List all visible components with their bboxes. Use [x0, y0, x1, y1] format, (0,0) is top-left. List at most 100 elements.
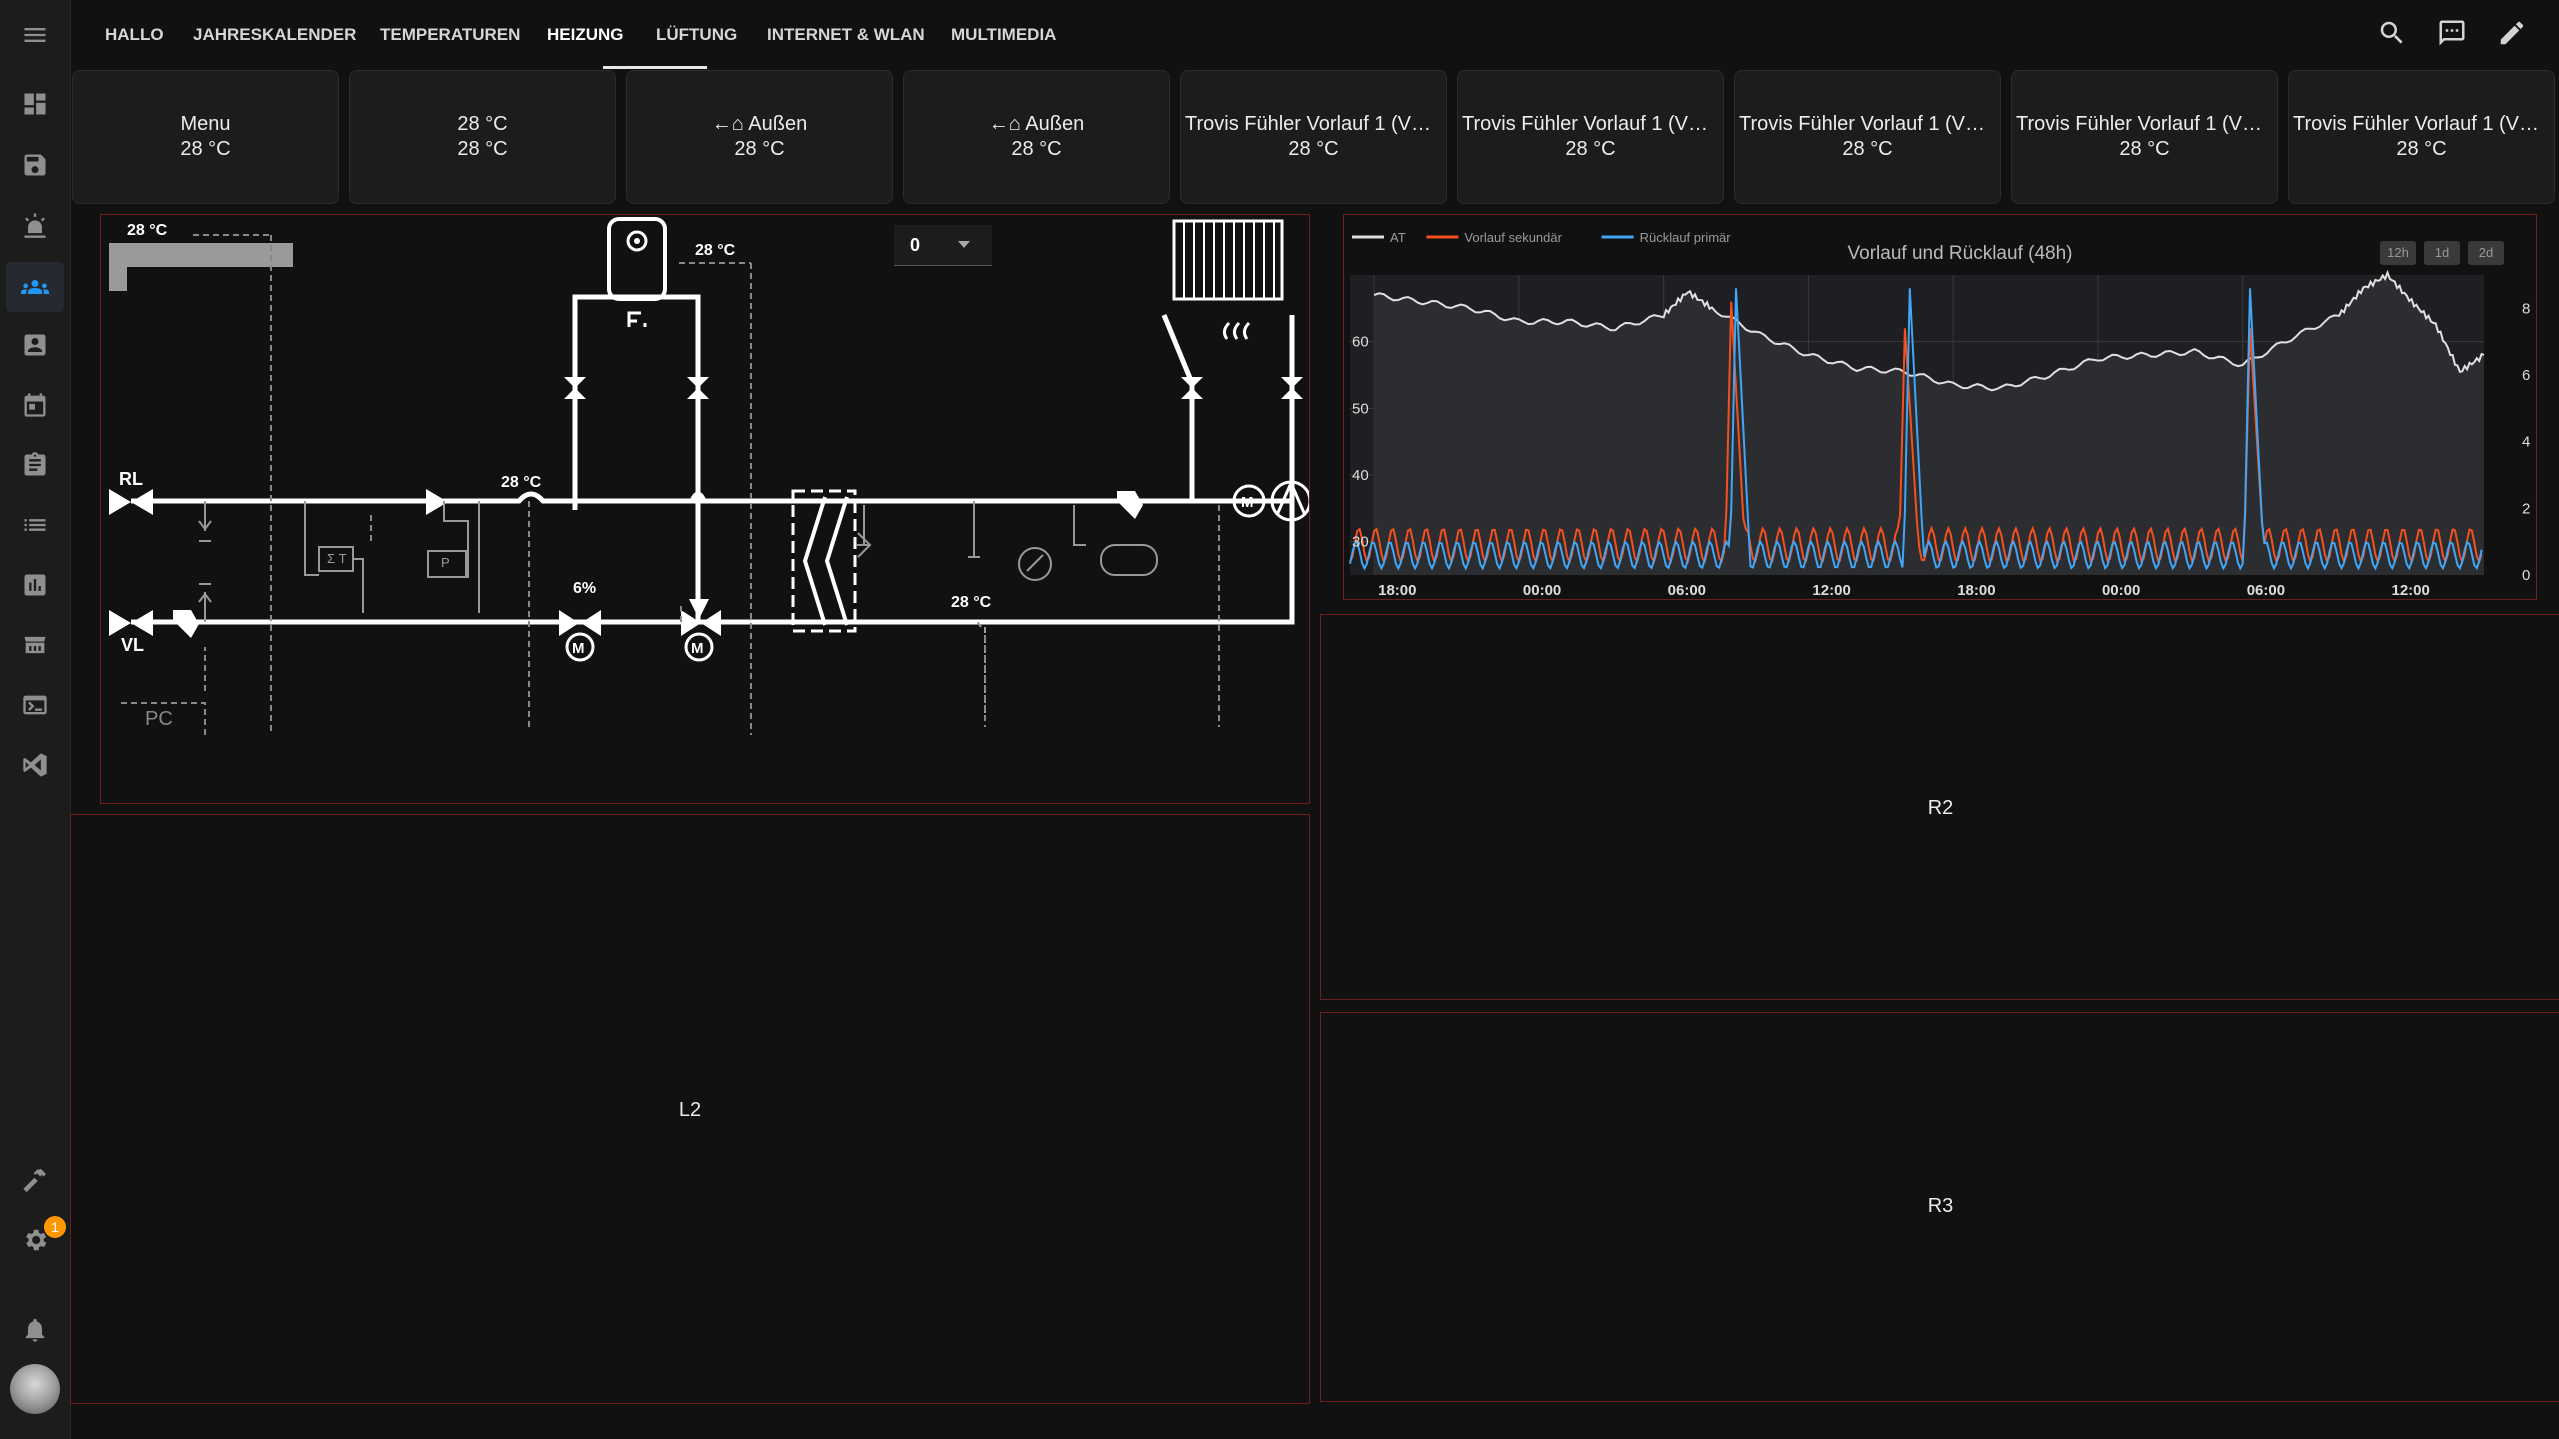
card-trovis-sensor[interactable]: Trovis Fühler Vorlauf 1 (VF… 28 °C	[1734, 70, 2001, 204]
legend-label: Vorlauf sekundär	[1464, 230, 1562, 245]
card-temperature[interactable]: 28 °C 28 °C	[349, 70, 616, 204]
card-title: Trovis Fühler Vorlauf 1 (VF…	[1462, 113, 1719, 135]
notification-badge: 1	[44, 1216, 66, 1238]
x-tick-label: 00:00	[2102, 582, 2140, 599]
card-value: 28 °C	[2396, 138, 2447, 160]
panel-r3: R3	[1320, 1012, 2559, 1402]
card-trovis-sensor[interactable]: Trovis Fühler Vorlauf 1 (VF… 28 °C	[1457, 70, 1724, 204]
valve-position-label: 6%	[573, 580, 596, 597]
return-temp-label: 28 °C	[501, 474, 542, 491]
account-box-icon[interactable]	[17, 327, 53, 363]
hacs-icon[interactable]	[17, 627, 53, 663]
vscode-icon[interactable]	[17, 747, 53, 783]
x-tick-label: 06:00	[2247, 582, 2285, 599]
panel-r3-label: R3	[1927, 1195, 1954, 1217]
card-aussen[interactable]: ←⌂ Außen 28 °C	[903, 70, 1170, 204]
y-left-tick-label: 50	[1352, 400, 1369, 417]
card-menu[interactable]: Menu 28 °C	[72, 70, 339, 204]
tab-temperaturen[interactable]: Temperaturen	[380, 0, 520, 70]
x-tick-label: 12:00	[1812, 582, 1850, 599]
heating-schematic: 28 °C 28 °C M M M Σ T P PC RL VL 28 °C 2…	[100, 214, 1310, 804]
tab-lueftung[interactable]: Lüftung	[656, 0, 737, 70]
menu-icon[interactable]	[17, 17, 53, 53]
card-title: ←⌂ Außen	[988, 113, 1085, 135]
panel-l2: L2	[70, 814, 1310, 1404]
storage-icon[interactable]	[17, 147, 53, 183]
y-left-tick-label: 40	[1352, 467, 1369, 484]
chevron-down-icon	[958, 241, 970, 248]
y-right-tick-label: 0	[2522, 567, 2530, 584]
card-aussen[interactable]: ←⌂ Außen 28 °C	[626, 70, 893, 204]
card-trovis-sensor[interactable]: Trovis Fühler Vorlauf 1 (VF… 28 °C	[2288, 70, 2555, 204]
chart-panel: 18:00 00:00 06:00 12:00 18:00 00:00 06:00 12:00…	[1343, 214, 2537, 600]
outdoor-temp-label: 28 °C	[127, 222, 168, 239]
heat-exchanger-icon	[791, 489, 857, 633]
range-button-2d[interactable]: 2d	[2468, 241, 2504, 265]
y-left-tick-label: 60	[1352, 334, 1369, 351]
card-value: 28 °C	[457, 138, 508, 160]
tab-heizung[interactable]: Heizung	[547, 0, 624, 70]
range-button-1d[interactable]: 1d	[2424, 241, 2460, 265]
panel-r2: R2	[1320, 614, 2559, 1000]
rl-label: RL	[119, 469, 143, 489]
motor-icon	[565, 479, 1309, 662]
search-icon[interactable]	[2377, 18, 2411, 52]
alarm-light-icon[interactable]	[17, 207, 53, 243]
card-trovis-sensor[interactable]: Trovis Fühler Vorlauf 1 (VF… 28 °C	[2011, 70, 2278, 204]
card-value: 28 °C	[2119, 138, 2170, 160]
supply-temp-label: 28 °C	[951, 594, 992, 611]
header-bar: Hallo Jahreskalender Temperaturen Heizun…	[71, 0, 2559, 70]
card-title: Trovis Fühler Vorlauf 1 (VF…	[1185, 113, 1442, 135]
bell-icon[interactable]	[17, 1312, 53, 1348]
card-value: 28 °C	[734, 138, 785, 160]
avatar[interactable]	[10, 1364, 60, 1414]
x-tick-label: 18:00	[1378, 582, 1416, 599]
list-icon[interactable]	[17, 507, 53, 543]
pencil-icon[interactable]	[2497, 18, 2531, 52]
tab-multimedia[interactable]: Multimedia	[951, 0, 1056, 70]
motor-label: M	[572, 640, 585, 657]
terminal-icon[interactable]	[17, 687, 53, 723]
card-title: ←⌂ Außen	[711, 113, 808, 135]
pc-label: PC	[145, 708, 173, 730]
x-tick-label: 18:00	[1957, 582, 1995, 599]
y-left-tick-label: 30	[1352, 534, 1369, 551]
mode-select[interactable]: 0	[894, 225, 992, 266]
motor-label: M	[691, 640, 704, 657]
hammer-icon[interactable]	[17, 1162, 53, 1198]
range-button-12h[interactable]: 12h	[2380, 241, 2416, 265]
tab-jahreskalender[interactable]: Jahreskalender	[193, 0, 356, 70]
calendar-icon[interactable]	[17, 387, 53, 423]
card-title: Menu	[180, 113, 231, 135]
active-tab-indicator	[603, 66, 707, 69]
flow-return-chart: 18:00 00:00 06:00 12:00 18:00 00:00 06:00 12:00…	[1349, 230, 2530, 599]
mode-select-value: 0	[910, 235, 921, 255]
people-icon[interactable]	[6, 262, 64, 312]
y-right-tick-label: 8	[2522, 300, 2530, 317]
x-tick-label: 00:00	[1523, 582, 1561, 599]
y-right-tick-label: 2	[2522, 500, 2530, 517]
card-value: 28 °C	[1842, 138, 1893, 160]
card-title: Trovis Fühler Vorlauf 1 (VF…	[1739, 113, 1996, 135]
motor-label: M	[1241, 494, 1254, 511]
clipboard-icon[interactable]	[17, 447, 53, 483]
dashboard-icon[interactable]	[17, 86, 53, 122]
chart-icon[interactable]	[17, 567, 53, 603]
tab-internet-wlan[interactable]: Internet & WLAN	[767, 0, 925, 70]
y-right-tick-label: 6	[2522, 367, 2530, 384]
settings-icon[interactable]: 1	[17, 1216, 66, 1258]
card-title: 28 °C	[457, 113, 508, 135]
chat-icon[interactable]	[2437, 18, 2471, 52]
panel-l2-label: L2	[678, 1099, 702, 1121]
card-trovis-sensor[interactable]: Trovis Fühler Vorlauf 1 (VF… 28 °C	[1180, 70, 1447, 204]
chart-title: Vorlauf und Rücklauf (48h)	[1848, 243, 2073, 264]
x-tick-label: 12:00	[2391, 582, 2429, 599]
storage-tank-icon	[607, 217, 667, 327]
sidebar: 1	[0, 0, 71, 1439]
tab-hallo[interactable]: Hallo	[105, 0, 164, 70]
panel-r2-label: R2	[1927, 797, 1954, 819]
y-right-tick-label: 4	[2522, 434, 2530, 451]
card-title: Trovis Fühler Vorlauf 1 (VF…	[2016, 113, 2273, 135]
legend-label: Rücklauf primär	[1640, 230, 1732, 245]
x-tick-label: 06:00	[1668, 582, 1706, 599]
